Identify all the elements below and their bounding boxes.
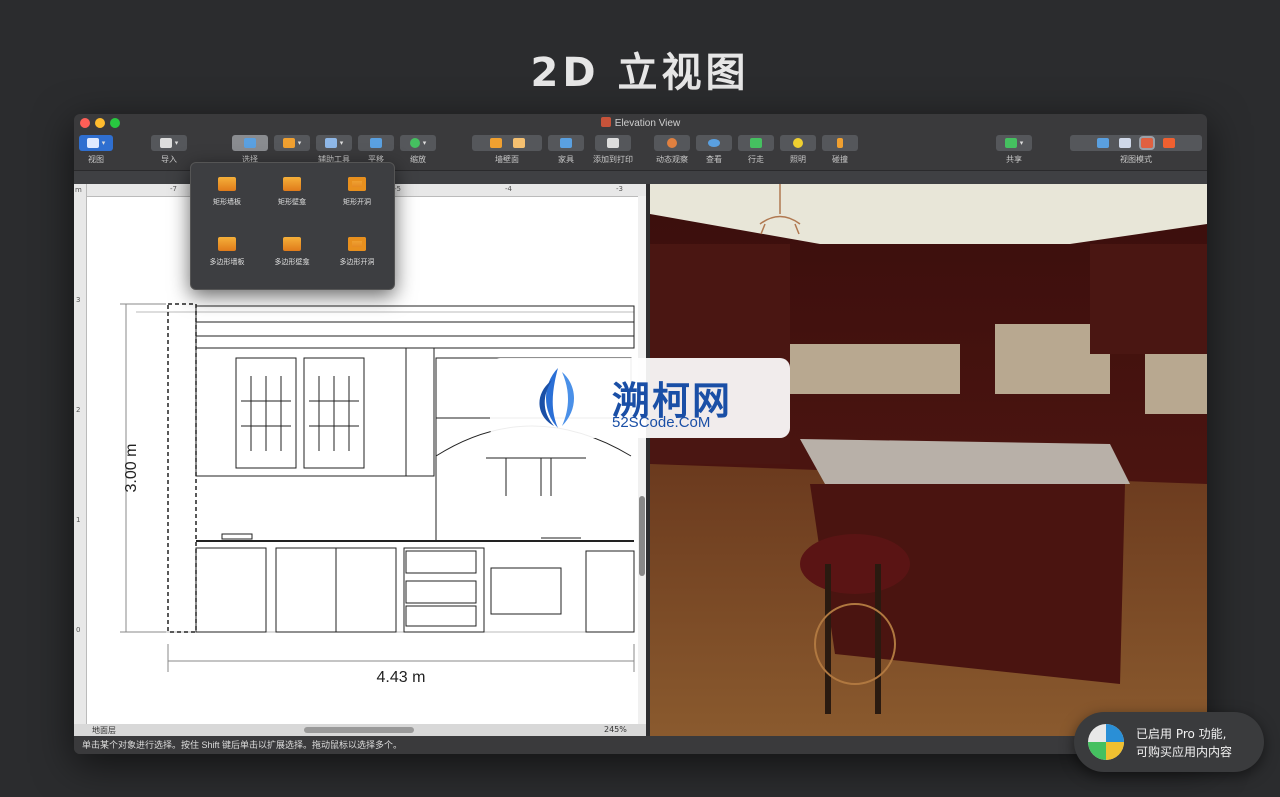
toolbar-orbit[interactable]: 动态观察 [652, 135, 692, 165]
view-icon [86, 138, 99, 148]
kitchen-3d-render [650, 184, 1207, 736]
wall-icon [282, 138, 295, 148]
toolbar-import[interactable]: ▾ 导入 [151, 135, 187, 165]
toolbar-walk[interactable]: 行走 [738, 135, 774, 165]
plan-mode-icon[interactable] [1097, 138, 1109, 148]
pro-badge-line2: 可购买应用内内容 [1136, 745, 1233, 759]
watermark-logo-icon [539, 368, 574, 428]
bottom-bar: 地面层 245% [74, 724, 646, 736]
ruler-tick: 3 [76, 296, 81, 304]
toolbar-helper-tools[interactable]: ▾ 辅助工具 [316, 135, 352, 165]
height-dimension-label: 3.00 m [123, 444, 140, 493]
rect-opening-icon [348, 177, 366, 191]
watermark: 溯柯网 52SCode.CoM [490, 358, 790, 438]
eye-icon [708, 139, 720, 147]
pro-pie-icon [1088, 724, 1124, 760]
ruler-tick: -5 [394, 185, 401, 193]
helper-tools-icon [324, 138, 337, 148]
popover-poly-niche[interactable]: 多边形壁龛 [260, 237, 324, 267]
zoom-level[interactable]: 245% [604, 725, 627, 734]
chevron-down-icon: ▾ [422, 138, 427, 147]
vertical-scrollbar[interactable] [638, 196, 646, 724]
select-icon [244, 138, 256, 148]
pro-features-badge[interactable]: 已启用 Pro 功能, 可购买应用内内容 [1074, 712, 1264, 772]
toolbar-furniture[interactable]: 家具 [548, 135, 584, 165]
import-icon [159, 138, 172, 148]
toolbar-wall[interactable]: ▾ [274, 135, 310, 154]
rect-niche-icon [283, 177, 301, 191]
3d-mode-icon[interactable] [1119, 138, 1131, 148]
ruler-tick: -7 [170, 185, 177, 193]
popover-rect-opening[interactable]: 矩形开洞 [325, 177, 389, 207]
title-bar: Elevation View [74, 114, 1207, 132]
light-bulb-icon [793, 138, 803, 148]
ruler-tick: -4 [505, 185, 512, 193]
chevron-down-icon: ▾ [339, 138, 344, 147]
pan-hand-icon [370, 138, 382, 148]
rect-panel-icon [218, 177, 236, 191]
scrollbar-thumb[interactable] [639, 496, 645, 576]
popover-rect-niche[interactable]: 矩形壁龛 [260, 177, 324, 207]
toolbar-collision[interactable]: 碰撞 [822, 135, 858, 165]
watermark-url: 52SCode.CoM [612, 414, 711, 431]
wall-face-icon [512, 138, 525, 148]
horizontal-scrollbar[interactable] [304, 727, 414, 733]
ruler-tick: 0 [76, 626, 81, 634]
share-icon [1004, 138, 1017, 148]
toolbar-view[interactable]: ▾ 视图 [79, 135, 113, 165]
wall-face-icon [489, 138, 502, 148]
popover-poly-panel[interactable]: 多边形墙板 [195, 237, 259, 267]
status-text: 单击某个对象进行选择。按住 Shift 键后单击以扩展选择。拖动鼠标以选择多个。 [82, 740, 403, 750]
split-mode-icon[interactable] [1139, 136, 1155, 150]
hero-title: 2D 立视图 [530, 50, 750, 96]
toolbar-wall-face[interactable]: 墙壁面 [472, 135, 542, 165]
poly-opening-icon [348, 237, 366, 251]
roof-mode-icon[interactable] [1163, 138, 1175, 148]
layer-selector[interactable]: 地面层 [92, 725, 116, 736]
status-bar: 单击某个对象进行选择。按住 Shift 键后单击以扩展选择。拖动鼠标以选择多个。 [74, 736, 1207, 754]
toolbar-zoom[interactable]: ▾ 缩放 [400, 135, 436, 165]
chevron-down-icon: ▾ [174, 138, 179, 147]
pro-badge-line1: 已启用 Pro 功能, [1136, 727, 1227, 741]
chevron-down-icon: ▾ [101, 138, 106, 147]
ruler-tick: 2 [76, 406, 81, 414]
toolbar-look[interactable]: 查看 [696, 135, 732, 165]
toolbar-add-to-print[interactable]: 添加到打印 [588, 135, 638, 165]
document-icon [600, 117, 611, 127]
print-icon [607, 138, 619, 148]
wall-panel-popover: 矩形墙板 矩形壁龛 矩形开洞 多边形墙板 多边形壁龛 多边形开洞 [190, 162, 395, 290]
popover-poly-opening[interactable]: 多边形开洞 [325, 237, 389, 267]
orbit-icon [667, 138, 677, 148]
collision-icon [837, 138, 843, 148]
toolbar-select[interactable]: 选择 [232, 135, 268, 165]
popover-rect-panel[interactable]: 矩形墙板 [195, 177, 259, 207]
toolbar-view-mode[interactable]: 视图模式 [1070, 135, 1202, 165]
chevron-down-icon: ▾ [1019, 138, 1024, 147]
ruler-tick: -3 [616, 185, 623, 193]
window-title: Elevation View [74, 117, 1207, 129]
zoom-icon [409, 138, 420, 148]
furniture-icon [560, 138, 572, 148]
width-dimension-label: 4.43 m [377, 669, 426, 686]
poly-panel-icon [218, 237, 236, 251]
3d-view-pane[interactable] [650, 184, 1207, 736]
ruler-unit: m [75, 186, 82, 194]
poly-niche-icon [283, 237, 301, 251]
toolbar-share[interactable]: ▾ 共享 [996, 135, 1032, 165]
walk-icon [750, 138, 762, 148]
chevron-down-icon: ▾ [297, 138, 302, 147]
ruler-tick: 1 [76, 516, 81, 524]
pro-badge-text: 已启用 Pro 功能, 可购买应用内内容 [1136, 725, 1232, 761]
toolbar-pan[interactable]: 平移 [358, 135, 394, 165]
toolbar-lighting[interactable]: 照明 [780, 135, 816, 165]
